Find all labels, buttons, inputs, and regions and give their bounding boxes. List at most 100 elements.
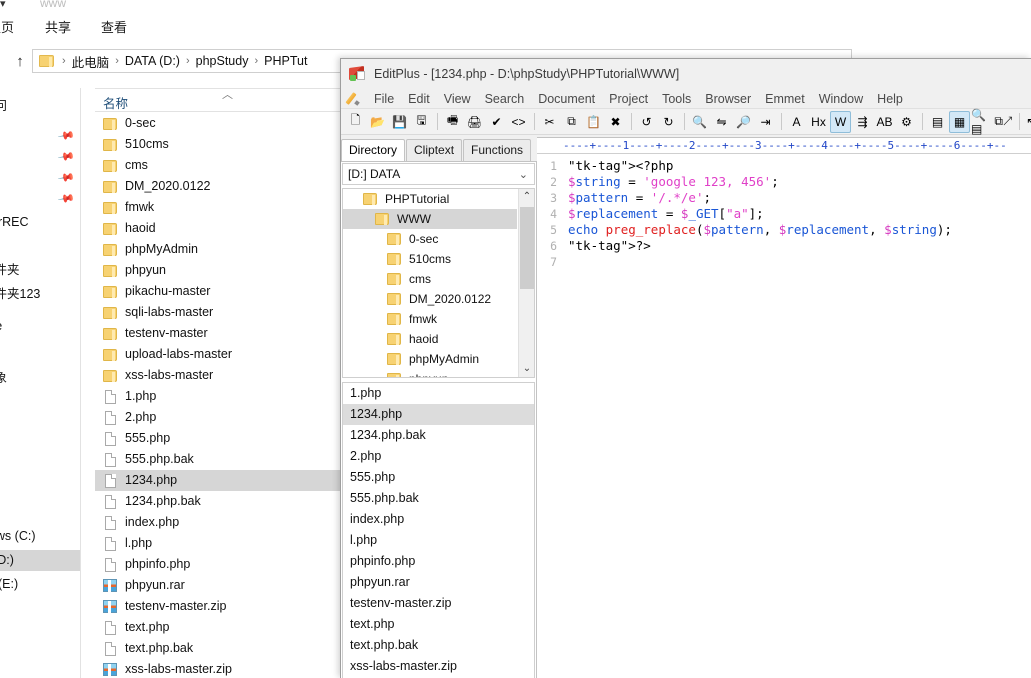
file-list-item[interactable]: 2.php: [95, 407, 340, 428]
file-list-item[interactable]: fmwk: [95, 197, 340, 218]
ribbon-tab-home[interactable]: 主页: [0, 17, 14, 36]
tree-item[interactable]: phpMyAdmin: [343, 349, 517, 369]
nav-item[interactable]: dows (C:): [0, 526, 80, 547]
directory-file-item[interactable]: testenv-master.zip: [343, 593, 534, 614]
directory-file-item[interactable]: 1.php: [343, 383, 534, 404]
find-in-files-icon[interactable]: 🔎: [733, 111, 754, 133]
file-list-item[interactable]: 0-sec: [95, 113, 340, 134]
copy-icon[interactable]: ⧉: [561, 111, 582, 133]
file-list-item[interactable]: haoid: [95, 218, 340, 239]
file-list-item[interactable]: DM_2020.0122: [95, 176, 340, 197]
word-wrap-icon[interactable]: W: [830, 111, 851, 133]
settings-icon[interactable]: ⚙: [896, 111, 917, 133]
file-list-item[interactable]: 1234.php.bak: [95, 491, 340, 512]
redo-icon[interactable]: ↻: [658, 111, 679, 133]
nav-item[interactable]: A (D:): [0, 550, 80, 571]
side-tab-cliptext[interactable]: Cliptext: [406, 139, 462, 161]
menu-item-project[interactable]: Project: [602, 90, 655, 108]
menu-item-help[interactable]: Help: [870, 90, 910, 108]
menu-item-search[interactable]: Search: [478, 90, 532, 108]
nav-item[interactable]: 文件夹: [0, 260, 80, 281]
file-list-item[interactable]: testenv-master.zip: [95, 596, 340, 617]
file-list-item[interactable]: upload-labs-master: [95, 344, 340, 365]
tree-item[interactable]: phpyun: [343, 369, 517, 378]
file-list-item[interactable]: 1234.php: [95, 470, 340, 491]
file-list-item[interactable]: text.php: [95, 617, 340, 638]
file-list-item[interactable]: 1.php: [95, 386, 340, 407]
drive-selector[interactable]: [D:] DATA ⌄: [342, 163, 535, 185]
delete-icon[interactable]: ✖: [605, 111, 626, 133]
nav-item[interactable]: 频: [0, 392, 80, 413]
file-list-item[interactable]: index.php: [95, 512, 340, 533]
directory-file-item[interactable]: 1234.php.bak: [343, 425, 534, 446]
paste-icon[interactable]: 📋: [583, 111, 604, 133]
nav-item[interactable]: 载📌: [0, 144, 80, 165]
file-list-item[interactable]: text.php.bak: [95, 638, 340, 659]
side-tab-directory[interactable]: Directory: [341, 139, 405, 161]
directory-file-item[interactable]: text.php: [343, 614, 534, 635]
file-list-item[interactable]: phpMyAdmin: [95, 239, 340, 260]
directory-file-item[interactable]: text.php.bak: [343, 635, 534, 656]
tree-item[interactable]: DM_2020.0122: [343, 289, 517, 309]
directory-file-item[interactable]: l.php: [343, 530, 534, 551]
menu-item-window[interactable]: Window: [812, 90, 870, 108]
file-list-item[interactable]: l.php: [95, 533, 340, 554]
directory-file-item[interactable]: xss-labs-master.zip: [343, 656, 534, 677]
menu-item-tools[interactable]: Tools: [655, 90, 698, 108]
tree-item[interactable]: 510cms: [343, 249, 517, 269]
file-list-item[interactable]: 510cms: [95, 134, 340, 155]
save-file-icon[interactable]: 💾: [389, 111, 410, 133]
tree-item[interactable]: WWW: [343, 209, 517, 229]
menu-item-browser[interactable]: Browser: [698, 90, 758, 108]
nav-item[interactable]: rive: [0, 316, 80, 337]
directory-file-item[interactable]: 2.php: [343, 446, 534, 467]
undo-icon[interactable]: ↺: [636, 111, 657, 133]
goto-line-icon[interactable]: ⇥: [755, 111, 776, 133]
preview-icon[interactable]: 🔍▤: [971, 111, 992, 133]
scroll-up-icon[interactable]: ⌃: [519, 189, 535, 205]
replace-icon[interactable]: ⇋: [711, 111, 732, 133]
tree-item[interactable]: haoid: [343, 329, 517, 349]
spell-check-icon[interactable]: ✔: [486, 111, 507, 133]
nav-item[interactable]: 片: [0, 413, 80, 434]
nav-item[interactable]: 脑: [0, 344, 80, 365]
cut-icon[interactable]: ✂: [539, 111, 560, 133]
menu-item-edit[interactable]: Edit: [401, 90, 437, 108]
nav-item[interactable]: werREC: [0, 212, 80, 233]
file-list-item[interactable]: pikachu-master: [95, 281, 340, 302]
file-list-item[interactable]: phpyun.rar: [95, 575, 340, 596]
directory-file-item[interactable]: phpinfo.php: [343, 551, 534, 572]
scroll-down-icon[interactable]: ⌄: [519, 361, 535, 377]
menu-item-emmet[interactable]: Emmet: [758, 90, 812, 108]
file-list-item[interactable]: 555.php: [95, 428, 340, 449]
nav-item[interactable]: 对象: [0, 368, 80, 389]
nav-item[interactable]: 载: [0, 455, 80, 476]
breadcrumb-item-0[interactable]: 此电脑: [72, 52, 110, 71]
line-numbers-icon[interactable]: AB: [874, 111, 895, 133]
tree-item[interactable]: fmwk: [343, 309, 517, 329]
quick-access-toolbar-icon[interactable]: ▾: [0, 0, 7, 10]
directory-file-item[interactable]: phpyun.rar: [343, 572, 534, 593]
column-header-name[interactable]: 名称: [103, 93, 128, 112]
nav-item[interactable]: 文件夹123: [0, 284, 80, 305]
nav-item[interactable]: 乐: [0, 476, 80, 497]
side-tab-functions[interactable]: Functions: [463, 139, 531, 161]
nav-item[interactable]: 档: [0, 434, 80, 455]
nav-item[interactable]: 卷 (E:): [0, 574, 80, 595]
print-icon[interactable]: 🖨: [464, 111, 485, 133]
breadcrumb-item-2[interactable]: phpStudy: [196, 54, 249, 68]
document-selector-icon[interactable]: ▤: [927, 111, 948, 133]
open-file-icon[interactable]: 📂: [367, 111, 388, 133]
ribbon-tab-share[interactable]: 共享: [45, 17, 71, 36]
hex-view-icon[interactable]: Hx: [808, 111, 829, 133]
nav-item[interactable]: 面📌: [0, 123, 80, 144]
file-list-item[interactable]: testenv-master: [95, 323, 340, 344]
file-list-item[interactable]: phpyun: [95, 260, 340, 281]
nav-item[interactable]: 面: [0, 497, 80, 518]
up-arrow-icon[interactable]: ↑: [10, 52, 30, 72]
file-list-item[interactable]: phpinfo.php: [95, 554, 340, 575]
nav-item[interactable]: 档📌: [0, 165, 80, 186]
tree-item[interactable]: PHPTutorial: [343, 189, 517, 209]
nav-item[interactable]: 访问: [0, 96, 80, 117]
nav-item[interactable]: W: [0, 236, 80, 257]
